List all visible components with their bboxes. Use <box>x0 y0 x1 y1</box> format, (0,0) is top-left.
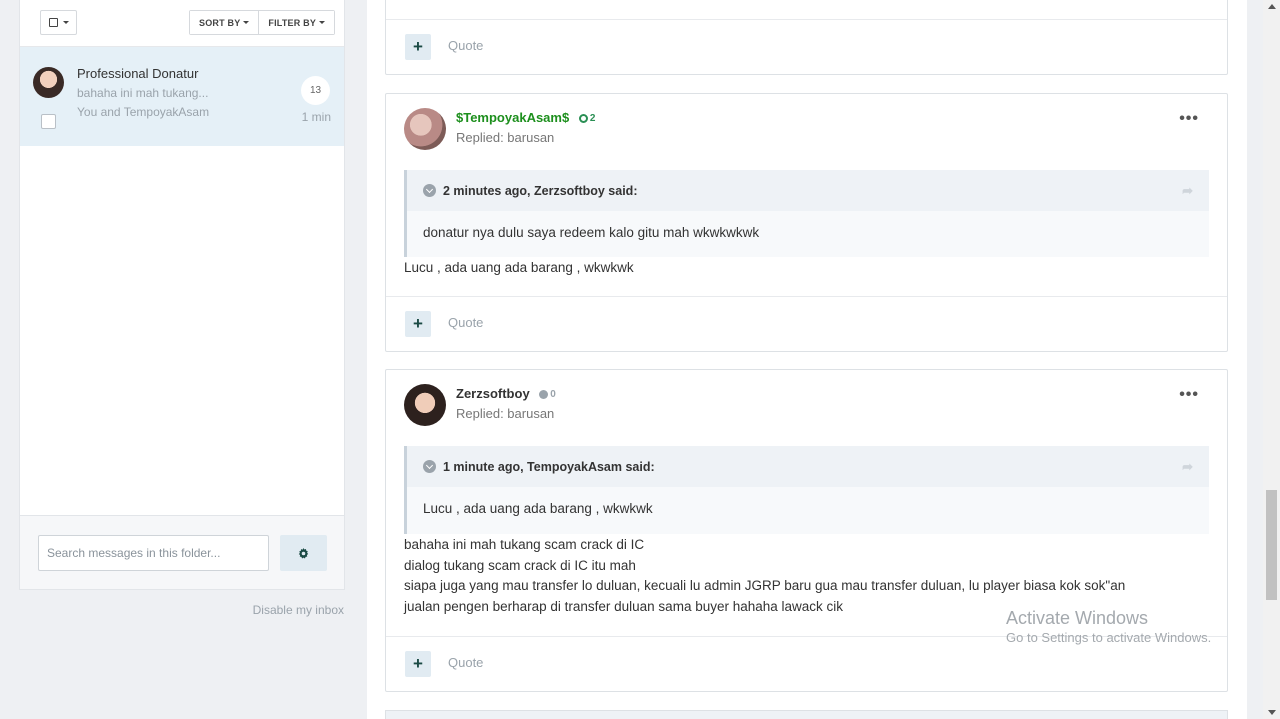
post-card: + Quote <box>385 0 1228 75</box>
search-messages-input[interactable] <box>38 535 269 571</box>
page-scrollbar[interactable] <box>1263 0 1280 719</box>
chevron-down-icon[interactable] <box>423 460 436 473</box>
post-card: $TempoyakAsam$ 2 Replied: barusan ••• 2 … <box>385 93 1228 352</box>
reputation-count: 2 <box>589 113 596 125</box>
post-actions: + Quote <box>386 296 1227 351</box>
post-body: Lucu , ada uang ada barang , wkwkwk <box>404 258 1209 279</box>
post-author: Zerzsoftboy 0 <box>456 386 556 401</box>
conversation-participants: You and TempoyakAsam <box>77 105 210 119</box>
quote-block: 1 minute ago, TempoyakAsam said: ➦ Lucu … <box>404 446 1209 534</box>
quote-block: 2 minutes ago, Zerzsoftboy said: ➦ donat… <box>404 170 1209 257</box>
chevron-down-icon[interactable] <box>423 184 436 197</box>
watermark-subtitle: Go to Settings to activate Windows. <box>1006 630 1212 645</box>
conversation-item[interactable]: Professional Donatur bahaha ini mah tuka… <box>20 47 344 146</box>
disable-inbox-link[interactable]: Disable my inbox <box>253 603 344 617</box>
inbox-panel: SORT BY FILTER BY Professional Donatur b… <box>19 0 345 590</box>
avatar[interactable] <box>404 384 446 426</box>
reply-count-badge: 13 <box>301 76 330 105</box>
plus-circle-icon <box>578 114 588 124</box>
conversation-time: 1 min <box>301 110 331 124</box>
post-meta: Replied: barusan <box>456 130 555 145</box>
select-all-dropdown[interactable] <box>40 10 77 35</box>
sort-by-button[interactable]: SORT BY <box>190 11 259 34</box>
share-icon[interactable]: ➦ <box>1182 459 1193 475</box>
post-meta: Replied: barusan <box>456 406 555 421</box>
quote-button[interactable]: Quote <box>448 655 483 670</box>
scrollbar-thumb[interactable] <box>1266 490 1277 600</box>
post-line: siapa juga yang mau transfer lo duluan, … <box>404 578 1126 593</box>
neutral-dot-icon <box>539 390 549 400</box>
conversation-checkbox[interactable] <box>41 114 56 129</box>
sort-filter-group: SORT BY FILTER BY <box>189 10 336 35</box>
post-actions: + Quote <box>386 19 1227 74</box>
watermark-title: Activate Windows <box>1006 608 1149 628</box>
inbox-toolbar: SORT BY FILTER BY <box>20 0 344 47</box>
post-line: bahaha ini mah tukang scam crack di IC <box>404 537 645 552</box>
filter-by-button[interactable]: FILTER BY <box>258 11 335 34</box>
add-reaction-button[interactable]: + <box>405 34 431 60</box>
quote-button[interactable]: Quote <box>448 38 483 53</box>
post-body: bahaha ini mah tukang scam crack di IC d… <box>404 535 1209 617</box>
sort-by-label: SORT BY <box>199 17 241 28</box>
conversation-title[interactable]: Professional Donatur <box>77 66 198 81</box>
quote-button[interactable]: Quote <box>448 315 483 330</box>
caret-down-icon <box>62 21 69 24</box>
caret-down-icon <box>319 21 326 24</box>
plus-icon: + <box>413 654 423 673</box>
conversation-snippet: bahaha ini mah tukang... <box>77 86 209 100</box>
reputation-count: 0 <box>550 389 556 401</box>
post-author: $TempoyakAsam$ 2 <box>456 110 595 125</box>
caret-down-icon <box>243 21 250 24</box>
post-line: dialog tukang scam crack di IC itu mah <box>404 557 636 573</box>
avatar <box>33 67 64 98</box>
quote-header-text: 2 minutes ago, Zerzsoftboy said: <box>443 183 638 198</box>
plus-icon: + <box>413 37 423 56</box>
quote-header: 1 minute ago, TempoyakAsam said: ➦ <box>407 446 1209 487</box>
add-reaction-button[interactable]: + <box>405 651 431 677</box>
quote-text: Lucu , ada uang ada barang , wkwkwk <box>423 501 653 516</box>
next-post-edge <box>385 710 1228 719</box>
scroll-up-arrow-icon[interactable] <box>1268 4 1276 9</box>
post-line: Lucu , ada uang ada barang , wkwkwk <box>404 260 634 275</box>
activate-windows-watermark: Activate Windows Go to Settings to activ… <box>1006 608 1211 645</box>
reputation-badge: 2 <box>578 113 596 125</box>
filter-by-label: FILTER BY <box>268 17 317 28</box>
avatar[interactable] <box>404 108 446 150</box>
scroll-down-arrow-icon[interactable] <box>1268 710 1276 715</box>
author-link[interactable]: $TempoyakAsam$ <box>456 110 569 125</box>
more-options-icon[interactable]: ••• <box>1179 110 1199 128</box>
settings-button[interactable] <box>280 535 327 571</box>
quote-text: donatur nya dulu saya redeem kalo gitu m… <box>423 225 760 240</box>
quote-header: 2 minutes ago, Zerzsoftboy said: ➦ <box>407 170 1209 211</box>
reputation-badge: 0 <box>539 389 556 400</box>
share-icon[interactable]: ➦ <box>1182 183 1193 199</box>
checkbox-icon <box>48 18 58 27</box>
author-link[interactable]: Zerzsoftboy <box>456 386 530 401</box>
more-options-icon[interactable]: ••• <box>1179 386 1199 404</box>
add-reaction-button[interactable]: + <box>405 311 431 337</box>
plus-icon: + <box>413 314 423 333</box>
quote-header-text: 1 minute ago, TempoyakAsam said: <box>443 459 655 474</box>
gear-icon <box>298 547 309 558</box>
inbox-footer <box>20 515 344 589</box>
